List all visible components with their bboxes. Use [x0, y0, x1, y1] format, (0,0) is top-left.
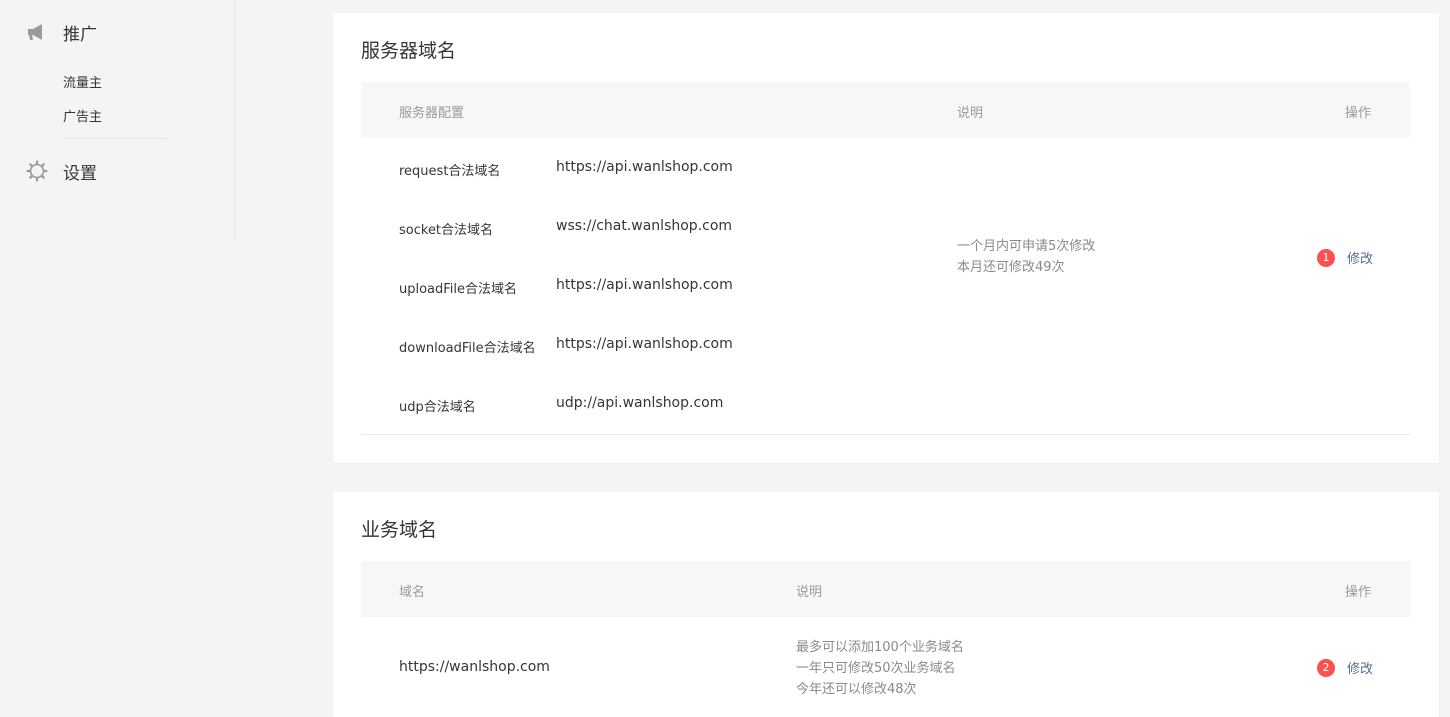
notification-badge: 2 — [1317, 658, 1335, 677]
business-domain-action: 2 修改 — [1317, 658, 1373, 677]
row-value: udp://api.wanlshop.com — [556, 395, 724, 411]
row-name: uploadFile合法域名 — [399, 282, 518, 297]
modify-business-domain-link[interactable]: 修改 — [1347, 658, 1373, 677]
server-domain-table-header: 服务器配置 说明 操作 — [361, 82, 1410, 138]
desc-line: 一年只可修改50次业务域名 — [796, 661, 956, 676]
sidebar: 推广 流量主 广告主 设置 — [0, 0, 235, 240]
row-name: downloadFile合法域名 — [399, 341, 536, 356]
modify-server-domain-link[interactable]: 修改 — [1347, 248, 1373, 267]
row-value: wss://chat.wanlshop.com — [556, 218, 733, 234]
col-server-config: 服务器配置 — [399, 106, 465, 121]
col-desc: 说明 — [796, 585, 823, 600]
gear-icon — [26, 160, 48, 182]
row-name: request合法域名 — [399, 164, 501, 179]
business-domain-table-header: 域名 说明 操作 — [361, 561, 1410, 617]
nav-item-advertiser[interactable]: 广告主 — [63, 106, 102, 125]
row-name: udp合法域名 — [399, 400, 476, 415]
nav-settings-label: 设置 — [63, 163, 97, 184]
col-desc: 说明 — [957, 106, 984, 121]
nav-item-traffic-owner[interactable]: 流量主 — [63, 72, 102, 91]
server-domain-title: 服务器域名 — [361, 40, 457, 62]
server-domain-description: 一个月内可申请5次修改 本月还可修改49次 — [957, 236, 1095, 278]
server-domain-action: 1 修改 — [1317, 248, 1373, 267]
desc-line: 一个月内可申请5次修改 — [957, 239, 1096, 254]
notification-badge: 1 — [1317, 248, 1335, 267]
desc-line: 今年还可以修改48次 — [796, 682, 917, 697]
nav-settings[interactable]: 设置 — [26, 156, 97, 186]
row-value: https://api.wanlshop.com — [556, 159, 733, 175]
nav-divider — [63, 138, 167, 139]
row-value: https://api.wanlshop.com — [556, 277, 733, 293]
business-domain-title: 业务域名 — [361, 519, 438, 541]
row-value: https://api.wanlshop.com — [556, 336, 733, 352]
desc-line: 最多可以添加100个业务域名 — [796, 640, 964, 655]
col-action: 操作 — [1345, 585, 1372, 600]
business-domain-card: 业务域名 域名 说明 操作 https://wanlshop.com 最多可以添… — [333, 492, 1439, 717]
desc-line: 本月还可修改49次 — [957, 260, 1065, 275]
business-domain-description: 最多可以添加100个业务域名 一年只可修改50次业务域名 今年还可以修改48次 — [796, 637, 964, 700]
table-bottom-divider — [361, 434, 1410, 435]
row-name: socket合法域名 — [399, 223, 494, 238]
business-domain-value: https://wanlshop.com — [399, 659, 550, 675]
col-domain: 域名 — [399, 585, 426, 600]
megaphone-icon — [26, 21, 48, 43]
nav-promo-label: 推广 — [63, 24, 97, 45]
col-action: 操作 — [1345, 106, 1372, 121]
server-domain-card: 服务器域名 服务器配置 说明 操作 request合法域名 https://ap… — [333, 13, 1439, 463]
nav-promo[interactable]: 推广 — [26, 17, 97, 47]
